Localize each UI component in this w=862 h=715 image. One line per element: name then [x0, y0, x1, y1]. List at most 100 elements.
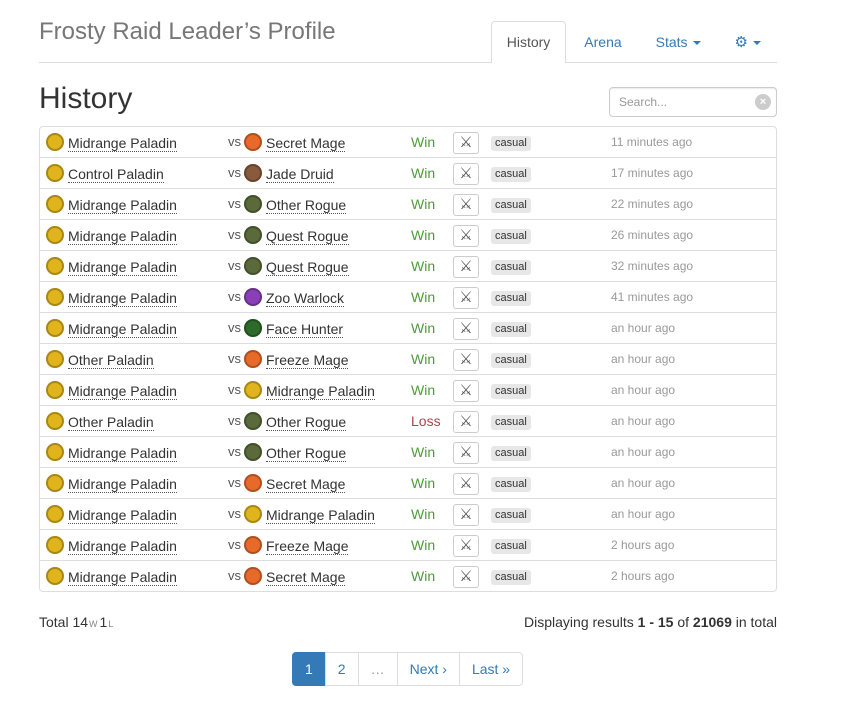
vs-label: vs [228, 413, 241, 428]
opponent-deck-link[interactable]: Jade Druid [266, 166, 334, 183]
losses-count: 1 [99, 614, 108, 630]
crossed-swords-icon[interactable]: ⚔ [453, 287, 479, 309]
opponent-deck-link[interactable]: Freeze Mage [266, 538, 349, 555]
game-time: an hour ago [611, 445, 676, 459]
game-mode: ⚔ [453, 504, 479, 526]
opponent-deck-link[interactable]: Other Rogue [266, 445, 347, 462]
player-deck-link[interactable]: Control Paladin [68, 166, 164, 183]
casual-badge: casual [491, 166, 531, 182]
tab-stats[interactable]: Stats [640, 21, 717, 63]
opponent-deck-link[interactable]: Other Rogue [266, 197, 347, 214]
opponent-deck-link[interactable]: Quest Rogue [266, 228, 349, 245]
game-result: Win [411, 258, 436, 274]
player-deck-link[interactable]: Midrange Paladin [68, 476, 177, 493]
game-row: Midrange Paladin vs Midrange Paladin Win ⚔ ca… [40, 374, 776, 405]
crossed-swords-icon[interactable]: ⚔ [453, 194, 479, 216]
opponent-deck-link[interactable]: Secret Mage [266, 569, 346, 586]
opponent-deck-link[interactable]: Zoo Warlock [266, 290, 345, 307]
page-container: Frosty Raid Leader’s Profile History Are… [39, 0, 777, 686]
player-deck: Midrange Paladin [46, 530, 177, 560]
casual-badge: casual [491, 383, 531, 399]
crossed-swords-icon[interactable]: ⚔ [453, 225, 479, 247]
opponent-deck-link[interactable]: Face Hunter [266, 321, 344, 338]
player-deck-link[interactable]: Other Paladin [68, 414, 154, 431]
player-deck-link[interactable]: Midrange Paladin [68, 290, 177, 307]
game-row: Midrange Paladin vs Face Hunter Win ⚔ casual a… [40, 312, 776, 343]
game-tag: casual [491, 313, 531, 343]
casual-badge: casual [491, 538, 531, 554]
game-history-list: Midrange Paladin vs Secret Mage Win ⚔ casual 1… [39, 126, 777, 592]
profile-tabs: History Arena Stats ⚙ [489, 21, 777, 63]
last-page-button[interactable]: Last » [458, 652, 524, 686]
opponent-deck-link[interactable]: Secret Mage [266, 476, 346, 493]
vs-label: vs [228, 320, 241, 335]
clear-search-icon[interactable]: × [755, 94, 771, 110]
player-deck-link[interactable]: Other Paladin [68, 352, 154, 369]
crossed-swords-icon[interactable]: ⚔ [453, 318, 479, 340]
crossed-swords-icon[interactable]: ⚔ [453, 349, 479, 371]
opponent-deck-link[interactable]: Freeze Mage [266, 352, 349, 369]
tab-history[interactable]: History [490, 21, 567, 63]
opponent-deck-link[interactable]: Midrange Paladin [266, 383, 375, 400]
crossed-swords-icon[interactable]: ⚔ [453, 411, 479, 433]
game-tag: casual [491, 189, 531, 219]
player-deck-link[interactable]: Midrange Paladin [68, 321, 177, 338]
crossed-swords-icon[interactable]: ⚔ [453, 504, 479, 526]
page-2-button[interactable]: 2 [324, 652, 359, 686]
opponent-class-icon [244, 350, 262, 369]
ellipsis: … [357, 652, 398, 686]
game-time: 22 minutes ago [611, 197, 694, 211]
opponent-deck-link[interactable]: Quest Rogue [266, 259, 349, 276]
page-1-button[interactable]: 1 [292, 652, 326, 686]
crossed-swords-icon[interactable]: ⚔ [453, 442, 479, 464]
results-total: 21069 [692, 614, 732, 630]
opponent-deck-link[interactable]: Other Rogue [266, 414, 347, 431]
tab-settings[interactable]: ⚙ [719, 21, 777, 63]
game-time: an hour ago [611, 383, 676, 397]
game-result: Win [411, 165, 436, 181]
player-deck: Midrange Paladin [46, 468, 177, 498]
player-deck-link[interactable]: Midrange Paladin [68, 569, 177, 586]
crossed-swords-icon[interactable]: ⚔ [453, 535, 479, 557]
hero-class-icon [46, 443, 64, 462]
game-mode: ⚔ [453, 535, 479, 557]
player-deck: Other Paladin [46, 344, 154, 374]
player-deck-link[interactable]: Midrange Paladin [68, 259, 177, 276]
tab-arena[interactable]: Arena [568, 21, 637, 63]
player-deck-link[interactable]: Midrange Paladin [68, 383, 177, 400]
crossed-swords-icon[interactable]: ⚔ [453, 132, 479, 154]
results-summary: Displaying results 1 - 15 of 21069 in to… [524, 614, 777, 630]
game-time: 32 minutes ago [611, 259, 694, 273]
crossed-swords-icon[interactable]: ⚔ [453, 473, 479, 495]
opponent-class-icon [244, 257, 262, 276]
next-page-button[interactable]: Next › [396, 652, 460, 686]
crossed-swords-icon[interactable]: ⚔ [453, 566, 479, 588]
player-deck-link[interactable]: Midrange Paladin [68, 445, 177, 462]
player-deck-link[interactable]: Midrange Paladin [68, 228, 177, 245]
game-time: an hour ago [611, 476, 676, 490]
opponent-class-icon [244, 288, 262, 307]
game-row: Control Paladin vs Jade Druid Win ⚔ casual 17 … [40, 157, 776, 188]
player-deck: Midrange Paladin [46, 561, 177, 591]
displaying-prefix: Displaying results [524, 614, 634, 630]
player-deck-link[interactable]: Midrange Paladin [68, 197, 177, 214]
opponent-deck-link[interactable]: Midrange Paladin [266, 507, 375, 524]
crossed-swords-icon[interactable]: ⚔ [453, 256, 479, 278]
search-input[interactable] [610, 88, 748, 116]
casual-badge: casual [491, 228, 531, 244]
casual-badge: casual [491, 445, 531, 461]
game-row: Midrange Paladin vs Secret Mage Win ⚔ casual a… [40, 467, 776, 498]
game-tag: casual [491, 344, 531, 374]
tab-stats-label: Stats [655, 34, 688, 50]
casual-badge: casual [491, 569, 531, 585]
player-deck-link[interactable]: Midrange Paladin [68, 507, 177, 524]
player-deck: Midrange Paladin [46, 189, 177, 219]
crossed-swords-icon[interactable]: ⚔ [453, 163, 479, 185]
game-mode: ⚔ [453, 194, 479, 216]
player-deck-link[interactable]: Midrange Paladin [68, 135, 177, 152]
crossed-swords-icon[interactable]: ⚔ [453, 380, 479, 402]
game-mode: ⚔ [453, 411, 479, 433]
casual-badge: casual [491, 135, 531, 151]
opponent-deck-link[interactable]: Secret Mage [266, 135, 346, 152]
player-deck-link[interactable]: Midrange Paladin [68, 538, 177, 555]
